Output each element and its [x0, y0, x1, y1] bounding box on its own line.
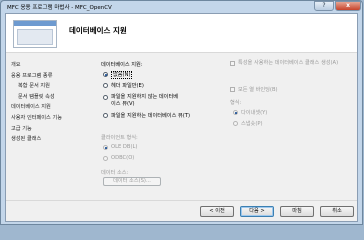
radio-odbc-label: ODBC(O): [111, 155, 135, 161]
nav-item-ui-features[interactable]: 사용자 인터페이스 기능: [11, 114, 62, 121]
nav-item-app-type[interactable]: 응용 프로그램 종류: [11, 72, 52, 79]
nav-item-generated-classes[interactable]: 생성된 클래스: [11, 135, 41, 142]
wizard-banner-icon: [13, 20, 57, 48]
close-button[interactable]: x: [335, 1, 361, 11]
data-source-label: 데이터 소스:: [101, 170, 129, 176]
database-support-label: 데이터베이스 지원:: [101, 62, 143, 68]
radio-db-view-file-label: 파일을 지원하는 데이터베이스 뷰(T): [111, 113, 190, 119]
window-title: MFC 응용 프로그램 마법사 - MFC_OpenCV: [7, 5, 112, 11]
wizard-window: MFC 응용 프로그램 마법사 - MFC_OpenCV ? x 데이터베이스 …: [0, 0, 363, 225]
footer-divider: [6, 200, 357, 201]
radio-dynaset-label: 다이내셋(Y): [241, 110, 268, 116]
radio-ole-db-label: OLE DB(L): [111, 144, 138, 150]
radio-snapshot-label: 스냅숏(P): [241, 121, 263, 127]
radio-ole-db[interactable]: [103, 145, 108, 150]
radio-odbc[interactable]: [103, 156, 108, 161]
radio-none-label: 없음(N): [111, 71, 133, 79]
title-bar: MFC 응용 프로그램 마법사 - MFC_OpenCV ? x: [1, 1, 362, 12]
radio-header-only[interactable]: [103, 83, 108, 88]
cancel-button[interactable]: 취소: [320, 206, 354, 217]
finish-button[interactable]: 마침: [280, 206, 314, 217]
help-button[interactable]: ?: [314, 1, 334, 11]
radio-snapshot[interactable]: [233, 121, 238, 126]
nav-item-compound-doc[interactable]: 복합 문서 지원: [18, 82, 50, 89]
type-label: 형식:: [230, 100, 242, 106]
radio-dynaset[interactable]: [233, 110, 238, 115]
radio-none-text: 없음(N): [111, 71, 133, 79]
radio-db-view-no-file-label: 파일을 지원하지 않는 데이터베이스 뷰(V): [111, 94, 178, 107]
nav-item-database[interactable]: 데이터베이스 지원: [11, 103, 51, 110]
wizard-client-area: 데이터베이스 지원 개요 응용 프로그램 종류 복합 문서 지원 문서 템플릿 …: [5, 13, 358, 222]
radio-db-view-no-file[interactable]: [103, 95, 108, 100]
wizard-header: 데이터베이스 지원: [6, 14, 357, 53]
data-source-button[interactable]: 데이터 소스(S)...: [103, 177, 161, 186]
dynamic-columns-label: 특성을 사용하는 데이터베이스 클래스 생성(A): [238, 60, 339, 66]
next-button[interactable]: 다음 >: [240, 206, 274, 217]
radio-none[interactable]: [103, 72, 108, 77]
nav-item-doc-template[interactable]: 문서 템플릿 속성: [18, 93, 55, 100]
radio-db-view-file[interactable]: [103, 113, 108, 118]
prev-button[interactable]: < 이전: [200, 206, 234, 217]
dynamic-columns-checkbox[interactable]: [230, 61, 235, 66]
page-title: 데이터베이스 지원: [69, 26, 127, 35]
client-type-label: 클라이언트 형식:: [101, 135, 138, 141]
nav-item-advanced[interactable]: 고급 기능: [11, 125, 32, 132]
radio-header-only-label: 헤더 파일만(E): [111, 83, 144, 89]
bind-all-columns-checkbox[interactable]: [230, 87, 235, 92]
nav-item-overview[interactable]: 개요: [11, 61, 21, 68]
bind-all-columns-label: 모든 열 바인딩(B): [238, 87, 278, 93]
